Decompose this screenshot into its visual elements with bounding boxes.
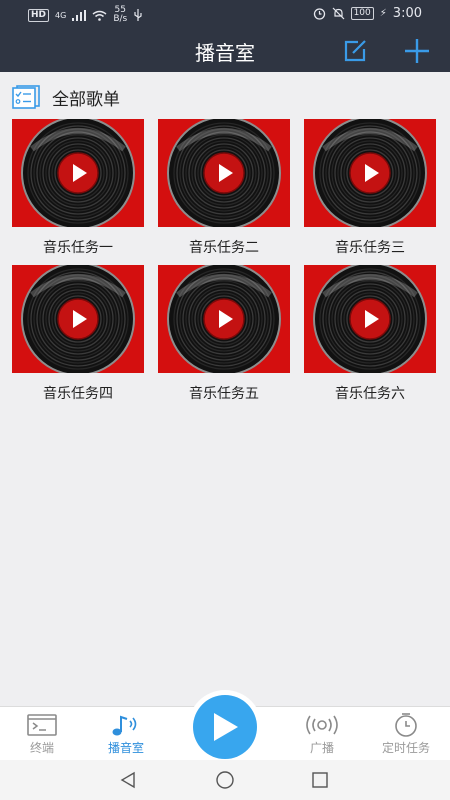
usb-icon [134, 9, 142, 21]
nav-item-broadcast[interactable]: 广播 [282, 707, 362, 761]
play-icon [214, 713, 238, 741]
home-icon [216, 771, 234, 789]
vinyl-record-icon [313, 119, 427, 227]
vinyl-thumbnail [12, 265, 144, 373]
page-title: 播音室 [195, 41, 255, 65]
all-playlists-header: 全部歌单 [12, 84, 120, 110]
play-button[interactable] [188, 690, 262, 764]
timer-icon [395, 713, 417, 737]
recents-icon [312, 772, 328, 788]
edit-icon [344, 40, 366, 62]
wifi-icon [92, 10, 107, 21]
vinyl-thumbnail [12, 119, 144, 227]
music-note-icon [112, 715, 137, 736]
broadcast-icon [306, 715, 338, 735]
vinyl-thumbnail [304, 265, 436, 373]
mute-icon [332, 7, 345, 20]
nav-label: 播音室 [107, 741, 144, 755]
status-left: HD 4G 55 B/s [28, 6, 143, 24]
nav-item-studio[interactable]: 播音室 [86, 707, 166, 761]
battery-indicator: 100 [350, 7, 374, 20]
nav-label: 广播 [309, 741, 334, 755]
playlist-card[interactable]: 音乐任务三 [304, 119, 436, 259]
playlist-card[interactable]: 音乐任务五 [158, 265, 290, 405]
nav-item-terminal[interactable]: 终端 [2, 707, 82, 761]
playlist-label: 音乐任务一 [43, 240, 113, 256]
nav-item-scheduled-tasks[interactable]: 定时任务 [366, 707, 446, 761]
vinyl-record-icon [167, 265, 281, 373]
playlist-label: 音乐任务六 [335, 386, 405, 402]
playlist-label: 音乐任务二 [189, 240, 259, 256]
section-label: 全部歌单 [52, 89, 120, 110]
back-button[interactable] [116, 768, 140, 792]
playlist-label: 音乐任务五 [189, 386, 259, 402]
vinyl-record-icon [21, 265, 135, 373]
clock: 3:00 [392, 6, 422, 21]
plus-icon [405, 39, 429, 63]
add-button[interactable] [402, 36, 432, 66]
playlist-label: 音乐任务四 [43, 386, 113, 402]
system-nav-bar [0, 760, 450, 800]
terminal-icon [27, 714, 57, 736]
app-header: 播音室 [0, 30, 450, 72]
nav-label: 定时任务 [381, 741, 430, 755]
home-button[interactable] [213, 768, 237, 792]
charging-icon: ⚡ [379, 8, 387, 19]
vinyl-record-icon [313, 265, 427, 373]
signal-type: 4G [55, 10, 67, 20]
vinyl-thumbnail [304, 119, 436, 227]
playlist-label: 音乐任务三 [335, 240, 405, 256]
status-bar: HD 4G 55 B/s 100 ⚡ 3:00 [0, 0, 450, 30]
vinyl-thumbnail [158, 119, 290, 227]
recents-button[interactable] [308, 768, 332, 792]
net-speed: 55 B/s [113, 5, 128, 24]
playlist-icon [12, 85, 40, 109]
back-icon [120, 771, 135, 789]
hd-badge: HD [28, 8, 50, 22]
playlist-card[interactable]: 音乐任务一 [12, 119, 144, 259]
status-right: 100 ⚡ 3:00 [313, 6, 422, 21]
alarm-icon [313, 8, 325, 20]
vinyl-record-icon [167, 119, 281, 227]
nav-label: 终端 [29, 741, 54, 755]
playlist-card[interactable]: 音乐任务二 [158, 119, 290, 259]
playlist-card[interactable]: 音乐任务四 [12, 265, 144, 405]
edit-button[interactable] [341, 36, 371, 66]
vinyl-thumbnail [158, 265, 290, 373]
playlist-card[interactable]: 音乐任务六 [304, 265, 436, 405]
vinyl-record-icon [21, 119, 135, 227]
signal-icon [72, 9, 87, 21]
